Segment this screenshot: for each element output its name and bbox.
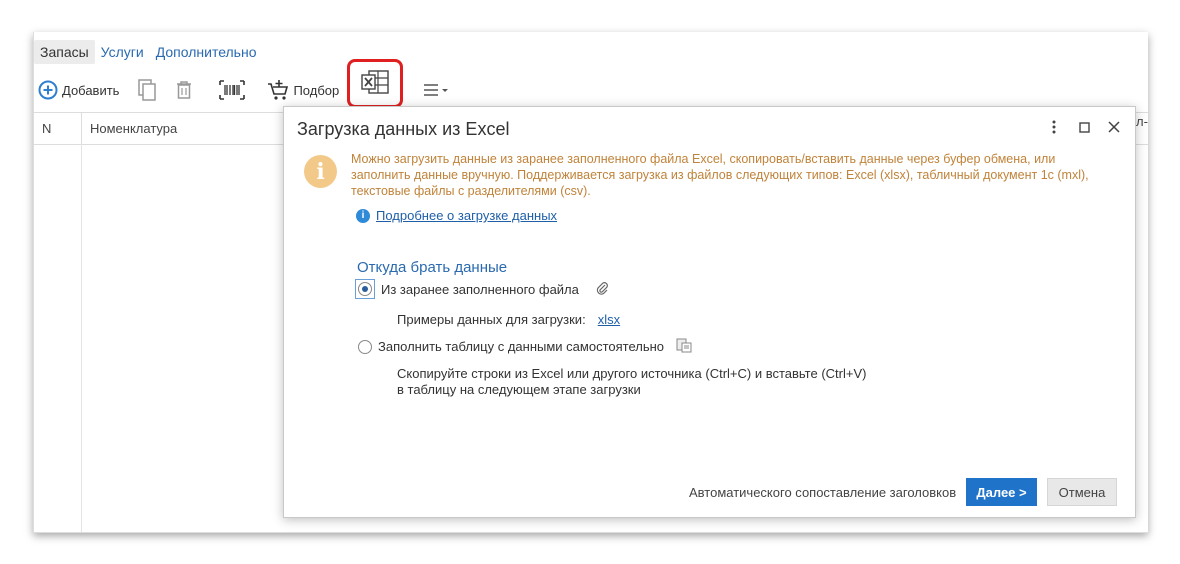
excel-icon (361, 70, 389, 97)
manual-hint-line-2: в таблицу на следующем этапе загрузки (397, 382, 641, 397)
column-divider (81, 144, 82, 532)
xlsx-sample-link[interactable]: xlsx (598, 312, 620, 327)
copy-button[interactable] (133, 76, 161, 104)
more-menu-button[interactable] (419, 76, 453, 104)
column-header-clipped: л- (1136, 114, 1148, 129)
sample-data-row: Примеры данных для загрузки: xlsx (397, 312, 620, 327)
kebab-icon (1052, 120, 1056, 137)
paste-icon (676, 337, 692, 356)
dialog-title: Загрузка данных из Excel (297, 119, 510, 139)
dialog-more-button[interactable] (1046, 119, 1062, 137)
close-icon (1108, 120, 1120, 136)
dialog-maximize-button[interactable] (1076, 119, 1092, 137)
auto-match-headers-label[interactable]: Автоматического сопоставление заголовков (689, 485, 956, 500)
paperclip-icon[interactable] (595, 281, 609, 298)
tab-services[interactable]: Услуги (95, 40, 150, 64)
excel-import-button[interactable] (347, 59, 403, 108)
tab-bar: Запасы Услуги Дополнительно (34, 40, 263, 64)
pick-button[interactable]: Подбор (263, 76, 343, 104)
manual-hint: Скопируйте строки из Excel или другого и… (397, 366, 866, 398)
sample-data-label: Примеры данных для загрузки: (397, 312, 586, 327)
option-file-row: Из заранее заполненного файла (355, 279, 609, 299)
source-section-title: Откуда брать данные (357, 259, 508, 276)
radio-manual[interactable] (358, 339, 372, 354)
more-info-link[interactable]: Подробнее о загрузке данных (376, 208, 557, 223)
cancel-button[interactable]: Отмена (1047, 478, 1117, 506)
tab-additional[interactable]: Дополнительно (150, 40, 263, 64)
pick-button-label: Подбор (293, 82, 340, 98)
tab-inventory[interactable]: Запасы (34, 40, 95, 64)
add-circle-icon (38, 80, 58, 100)
more-info-link-row: i Подробнее о загрузке данных (356, 208, 557, 223)
option-file-label[interactable]: Из заранее заполненного файла (381, 282, 579, 297)
next-button[interactable]: Далее > (966, 478, 1037, 506)
add-button[interactable]: Добавить (34, 76, 123, 104)
toolbar: Добавить Подбор (34, 76, 1148, 104)
option-manual-row: Заполнить таблицу с данными самостоятель… (358, 337, 692, 356)
cart-add-icon (267, 79, 289, 101)
radio-focus-frame (355, 279, 375, 299)
option-manual-label[interactable]: Заполнить таблицу с данными самостоятель… (378, 339, 664, 354)
trash-icon (175, 80, 193, 100)
delete-button[interactable] (171, 76, 197, 104)
barcode-button[interactable] (215, 76, 249, 104)
excel-import-dialog: Загрузка данных из Excel i Можно загрузи… (283, 106, 1136, 518)
maximize-icon (1078, 121, 1090, 136)
info-small-icon: i (356, 208, 370, 223)
column-header-n[interactable]: N (34, 113, 82, 144)
menu-icon (423, 83, 449, 97)
dialog-close-button[interactable] (1106, 119, 1122, 137)
info-icon: i (304, 155, 337, 188)
radio-from-file[interactable] (358, 282, 372, 296)
copy-icon (137, 79, 157, 101)
manual-hint-line-1: Скопируйте строки из Excel или другого и… (397, 366, 867, 381)
add-button-label: Добавить (62, 82, 120, 98)
barcode-icon (219, 80, 246, 100)
info-text: Можно загрузить данные из заранее заполн… (351, 152, 1089, 198)
